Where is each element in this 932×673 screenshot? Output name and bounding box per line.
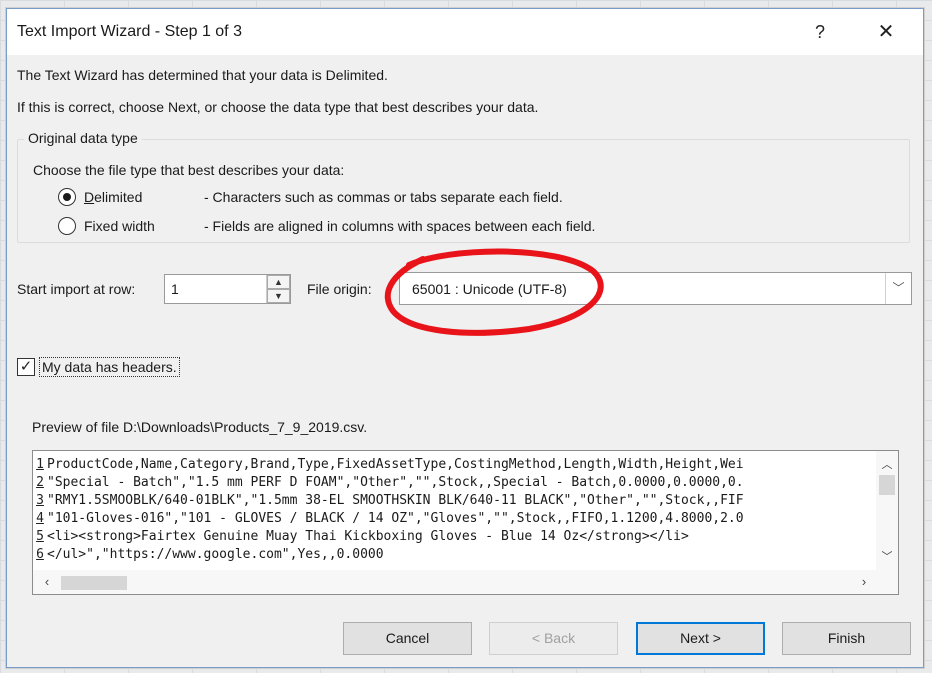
start-row-value[interactable]: 1 xyxy=(171,281,179,297)
preview-line-text: "101-Gloves-016","101 - GLOVES / BLACK /… xyxy=(47,511,744,526)
preview-line-text: "RMY1.5SMOOBLK/640-01BLK","1.5mm 38-EL S… xyxy=(47,493,744,508)
chevron-right-icon[interactable]: › xyxy=(854,572,874,592)
chevron-up-icon[interactable]: ︿ xyxy=(876,455,898,475)
preview-row: 1 ProductCode,Name,Category,Brand,Type,Fi… xyxy=(33,456,876,474)
vertical-scroll-thumb[interactable] xyxy=(879,475,895,495)
preview-line-text: </ul>","https://www.google.com",Yes,,0.0… xyxy=(47,547,384,562)
preview-line-number: 5 xyxy=(36,529,44,544)
original-data-type-group: Original data type Choose the file type … xyxy=(17,130,910,243)
preview-label: Preview of file D:\Downloads\Products_7_… xyxy=(32,419,368,435)
preview-line-number: 6 xyxy=(36,547,44,562)
horizontal-scroll-thumb[interactable] xyxy=(61,576,127,590)
intro-line-2: If this is correct, choose Next, or choo… xyxy=(17,99,539,115)
radio-desc-fixed-width: - Fields are aligned in columns with spa… xyxy=(204,218,596,234)
preview-line-number: 3 xyxy=(36,493,44,508)
back-button[interactable]: < Back xyxy=(489,622,618,655)
file-origin-label: File origin: xyxy=(307,281,372,297)
preview-line-number: 2 xyxy=(36,475,44,490)
help-button[interactable]: ? xyxy=(805,19,835,45)
start-import-label: Start import at row: xyxy=(17,281,136,297)
start-row-stepper[interactable]: 1 ▲ ▼ xyxy=(164,274,291,304)
file-origin-value[interactable]: 65001 : Unicode (UTF-8) xyxy=(412,281,567,297)
preview-row: 2 "Special - Batch","1.5 mm PERF D FOAM",… xyxy=(33,474,876,492)
headers-checkbox[interactable]: ✓ xyxy=(17,358,35,376)
vertical-scrollbar[interactable]: ︿ ﹀ xyxy=(876,451,898,571)
preview-line-text: <li><strong>Fairtex Genuine Muay Thai Ki… xyxy=(47,529,689,544)
stepper-up-icon[interactable]: ▲ xyxy=(267,275,290,289)
stepper-down-icon[interactable]: ▼ xyxy=(267,289,290,303)
chevron-down-icon[interactable]: ﹀ xyxy=(885,273,911,304)
preview-pane[interactable]: 1 ProductCode,Name,Category,Brand,Type,Fi… xyxy=(32,450,899,595)
file-origin-select[interactable]: 65001 : Unicode (UTF-8) ﹀ xyxy=(399,272,912,305)
intro-line-1: The Text Wizard has determined that your… xyxy=(17,67,388,83)
horizontal-scrollbar[interactable]: ‹ › xyxy=(33,570,898,594)
headers-checkbox-row[interactable]: ✓ My data has headers. xyxy=(17,357,180,377)
preview-line-text: "Special - Batch","1.5 mm PERF D FOAM","… xyxy=(47,475,744,490)
group-legend: Original data type xyxy=(24,130,142,146)
cancel-button[interactable]: Cancel xyxy=(343,622,472,655)
preview-line-number: 4 xyxy=(36,511,44,526)
preview-line-number: 1 xyxy=(36,457,44,472)
title-bar: Text Import Wizard - Step 1 of 3 ? ✕ xyxy=(7,9,923,55)
chevron-down-icon[interactable]: ﹀ xyxy=(876,547,898,567)
preview-row: 3 "RMY1.5SMOOBLK/640-01BLK","1.5mm 38-EL … xyxy=(33,492,876,510)
radio-fixed-width[interactable]: Fixed width - Fields are aligned in colu… xyxy=(58,215,595,237)
preview-row: 4 "101-Gloves-016","101 - GLOVES / BLACK … xyxy=(33,510,876,528)
headers-checkbox-label[interactable]: My data has headers. xyxy=(39,357,180,377)
group-description: Choose the file type that best describes… xyxy=(33,162,345,178)
chevron-left-icon[interactable]: ‹ xyxy=(37,572,57,592)
dialog-title: Text Import Wizard - Step 1 of 3 xyxy=(17,23,242,40)
radio-button-fixed-width[interactable] xyxy=(58,217,76,235)
radio-label-delimited[interactable]: Delimited xyxy=(84,189,194,205)
radio-button-delimited[interactable] xyxy=(58,188,76,206)
preview-lines: 1 ProductCode,Name,Category,Brand,Type,Fi… xyxy=(33,456,876,564)
radio-label-fixed-width[interactable]: Fixed width xyxy=(84,218,194,234)
radio-desc-delimited: - Characters such as commas or tabs sepa… xyxy=(204,189,563,205)
finish-button[interactable]: Finish xyxy=(782,622,911,655)
preview-row: 6 </ul>","https://www.google.com",Yes,,0.… xyxy=(33,546,876,564)
preview-line-text: ProductCode,Name,Category,Brand,Type,Fix… xyxy=(47,457,744,472)
text-import-wizard-dialog: Text Import Wizard - Step 1 of 3 ? ✕ The… xyxy=(6,8,924,668)
radio-delimited[interactable]: Delimited - Characters such as commas or… xyxy=(58,186,563,208)
preview-row: 5 <li><strong>Fairtex Genuine Muay Thai K… xyxy=(33,528,876,546)
next-button[interactable]: Next > xyxy=(636,622,765,655)
stepper-buttons: ▲ ▼ xyxy=(266,275,290,303)
close-button[interactable]: ✕ xyxy=(871,19,901,45)
